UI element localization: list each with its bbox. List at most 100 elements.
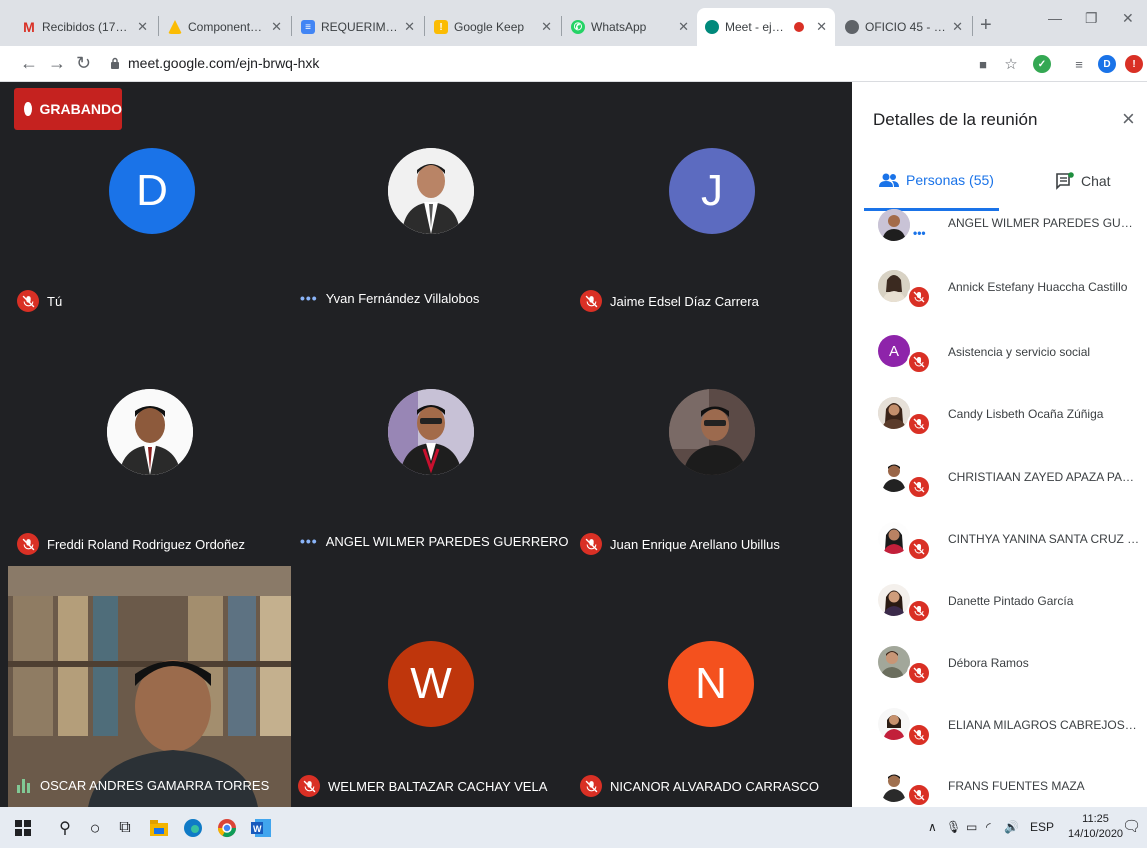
list-item[interactable]: CINTHYA YANINA SANTA CRUZ LOPEZ [852, 519, 1147, 581]
participant-name: Asistencia y servicio social [948, 345, 1091, 359]
participant-name: FRANS FUENTES MAZA [948, 779, 1085, 793]
gmail-icon: M [23, 19, 35, 35]
keep-icon: ! [434, 20, 448, 34]
tab-requerimiento[interactable]: ≡ REQUERIMIENTO ✕ [293, 8, 423, 46]
tab-oficio[interactable]: OFICIO 45 - Capa ✕ [837, 8, 971, 46]
participant-name: Annick Estefany Huaccha Castillo [948, 280, 1128, 294]
participant-thumb [878, 460, 910, 492]
participant-name: Candy Lisbeth Ocaña Zúñiga [948, 407, 1104, 421]
close-tab-icon[interactable]: ✕ [541, 19, 552, 35]
back-icon[interactable]: ← [20, 53, 38, 74]
close-tab-icon[interactable]: ✕ [137, 19, 148, 35]
participant-avatar: J [669, 148, 755, 234]
wifi-icon[interactable]: ◜ [986, 820, 991, 834]
search-icon[interactable]: ⚲ [52, 815, 78, 841]
mic-off-icon [907, 723, 931, 747]
media-list-icon[interactable]: ≡ [1070, 55, 1088, 73]
list-item[interactable]: ••• ANGEL WILMER PAREDES GUERRERO [852, 206, 1147, 268]
list-item[interactable]: Débora Ramos [852, 643, 1147, 705]
volume-icon[interactable]: 🔊 [1004, 820, 1019, 834]
participant-name-row: NICANOR ALVARADO CARRASCO [580, 775, 819, 797]
microphone-tray-icon[interactable]: 🎙 [946, 820, 961, 834]
extension-check-icon[interactable]: ✓ [1033, 55, 1051, 73]
windows-start-icon[interactable] [10, 815, 36, 841]
task-view-icon[interactable]: ⧉ [112, 815, 138, 841]
close-tab-icon[interactable]: ✕ [271, 19, 282, 35]
participant-thumb [878, 270, 910, 302]
participant-name-row: Freddi Roland Rodriguez Ordoñez [17, 533, 245, 555]
cortana-icon[interactable]: ○ [82, 815, 108, 841]
meet-icon [705, 20, 719, 34]
address-toolbar: ← → ↻ meet.google.com/ejn-brwq-hxk ■ ☆ ✓… [0, 46, 1147, 82]
tab-gmail[interactable]: M Recibidos (172) - c ✕ [14, 8, 156, 46]
forward-icon[interactable]: → [48, 53, 66, 74]
tab-google-keep[interactable]: ! Google Keep ✕ [426, 8, 560, 46]
show-hidden-icons-icon[interactable]: ∧ [928, 820, 937, 834]
list-item[interactable]: Candy Lisbeth Ocaña Zúñiga [852, 394, 1147, 456]
close-tab-icon[interactable]: ✕ [404, 19, 415, 35]
reload-icon[interactable]: ↻ [76, 53, 91, 74]
tab-whatsapp[interactable]: ✆ WhatsApp ✕ [563, 8, 697, 46]
tab-componente[interactable]: Componente II: Ge ✕ [160, 8, 290, 46]
participant-photo [388, 148, 474, 234]
camera-icon[interactable]: ■ [974, 55, 992, 73]
bookmark-star-icon[interactable]: ☆ [1002, 55, 1020, 73]
tab-title: Meet - ejn-br [725, 20, 789, 34]
minimize-icon[interactable]: — [1048, 10, 1062, 26]
participant-name: CHRISTIAAN ZAYED APAZA PANCA [948, 470, 1140, 484]
participant-name-row: WELMER BALTAZAR CACHAY VELA [298, 775, 547, 797]
mic-off-icon [580, 290, 602, 312]
mic-off-icon [907, 661, 931, 685]
new-tab-button[interactable]: + [980, 14, 992, 37]
panel-title: Detalles de la reunión [873, 110, 1038, 129]
participant-name: ELIANA MILAGROS CABREJOS BARRI... [948, 718, 1140, 732]
restore-icon[interactable]: ❐ [1085, 10, 1098, 27]
list-item[interactable]: CHRISTIAAN ZAYED APAZA PANCA [852, 457, 1147, 519]
mic-off-icon [298, 775, 320, 797]
language-indicator[interactable]: ESP [1030, 820, 1054, 834]
extension-shield-icon[interactable]: ! [1125, 55, 1143, 73]
chrome-icon[interactable] [214, 815, 240, 841]
mic-off-icon [907, 350, 931, 374]
tab-title: Componente II: Ge [188, 20, 265, 34]
notifications-icon[interactable]: 🗨 [1122, 817, 1141, 835]
close-tab-icon[interactable]: ✕ [952, 19, 963, 35]
tab-title: Recibidos (172) - c [42, 20, 131, 34]
profile-avatar-icon[interactable]: D [1098, 55, 1116, 73]
participant-avatar: A [878, 335, 910, 367]
list-item[interactable]: Annick Estefany Huaccha Castillo [852, 267, 1147, 329]
mic-off-icon [17, 533, 39, 555]
close-tab-icon[interactable]: ✕ [816, 19, 827, 35]
tab-chat[interactable]: Chat [1055, 172, 1111, 190]
tab-title: REQUERIMIENTO [321, 20, 398, 34]
participant-thumb [878, 522, 910, 554]
list-item[interactable]: A Asistencia y servicio social [852, 332, 1147, 394]
participant-name: NICANOR ALVARADO CARRASCO [610, 778, 820, 794]
list-item[interactable]: FRANS FUENTES MAZA [852, 767, 1147, 807]
file-explorer-icon[interactable] [146, 815, 172, 841]
tab-people[interactable]: Personas (55) [878, 172, 994, 188]
participant-name: Jaime Edsel Díaz Carrera [610, 293, 759, 309]
edge-icon[interactable] [180, 815, 206, 841]
participant-name: Freddi Roland Rodriguez Ordoñez [47, 536, 245, 552]
battery-icon[interactable]: ▭ [966, 820, 977, 834]
system-clock[interactable]: 11:25 14/10/2020 [1068, 812, 1123, 842]
drive-icon [168, 20, 182, 34]
clock-date: 14/10/2020 [1068, 828, 1124, 840]
list-item[interactable]: ELIANA MILAGROS CABREJOS BARRI... [852, 705, 1147, 767]
participant-name: WELMER BALTAZAR CACHAY VELA [328, 778, 548, 794]
participant-name: OSCAR ANDRES GAMARRA TORRES [40, 778, 270, 793]
tab-chat-label: Chat [1081, 173, 1111, 189]
close-tab-icon[interactable]: ✕ [678, 19, 689, 35]
close-window-icon[interactable]: ✕ [1122, 10, 1134, 27]
close-panel-icon[interactable]: × [1122, 106, 1135, 132]
word-icon[interactable]: W [248, 815, 274, 841]
whatsapp-icon: ✆ [571, 20, 585, 34]
people-icon [879, 173, 899, 187]
tab-meet[interactable]: Meet - ejn-br ✕ [697, 8, 835, 46]
list-item[interactable]: Danette Pintado García [852, 581, 1147, 643]
url-field[interactable]: meet.google.com/ejn-brwq-hxk [128, 55, 319, 71]
participant-name-row: ••• ANGEL WILMER PAREDES GUERRERO [300, 533, 568, 549]
globe-icon [845, 20, 859, 34]
participant-thumb [878, 770, 910, 802]
